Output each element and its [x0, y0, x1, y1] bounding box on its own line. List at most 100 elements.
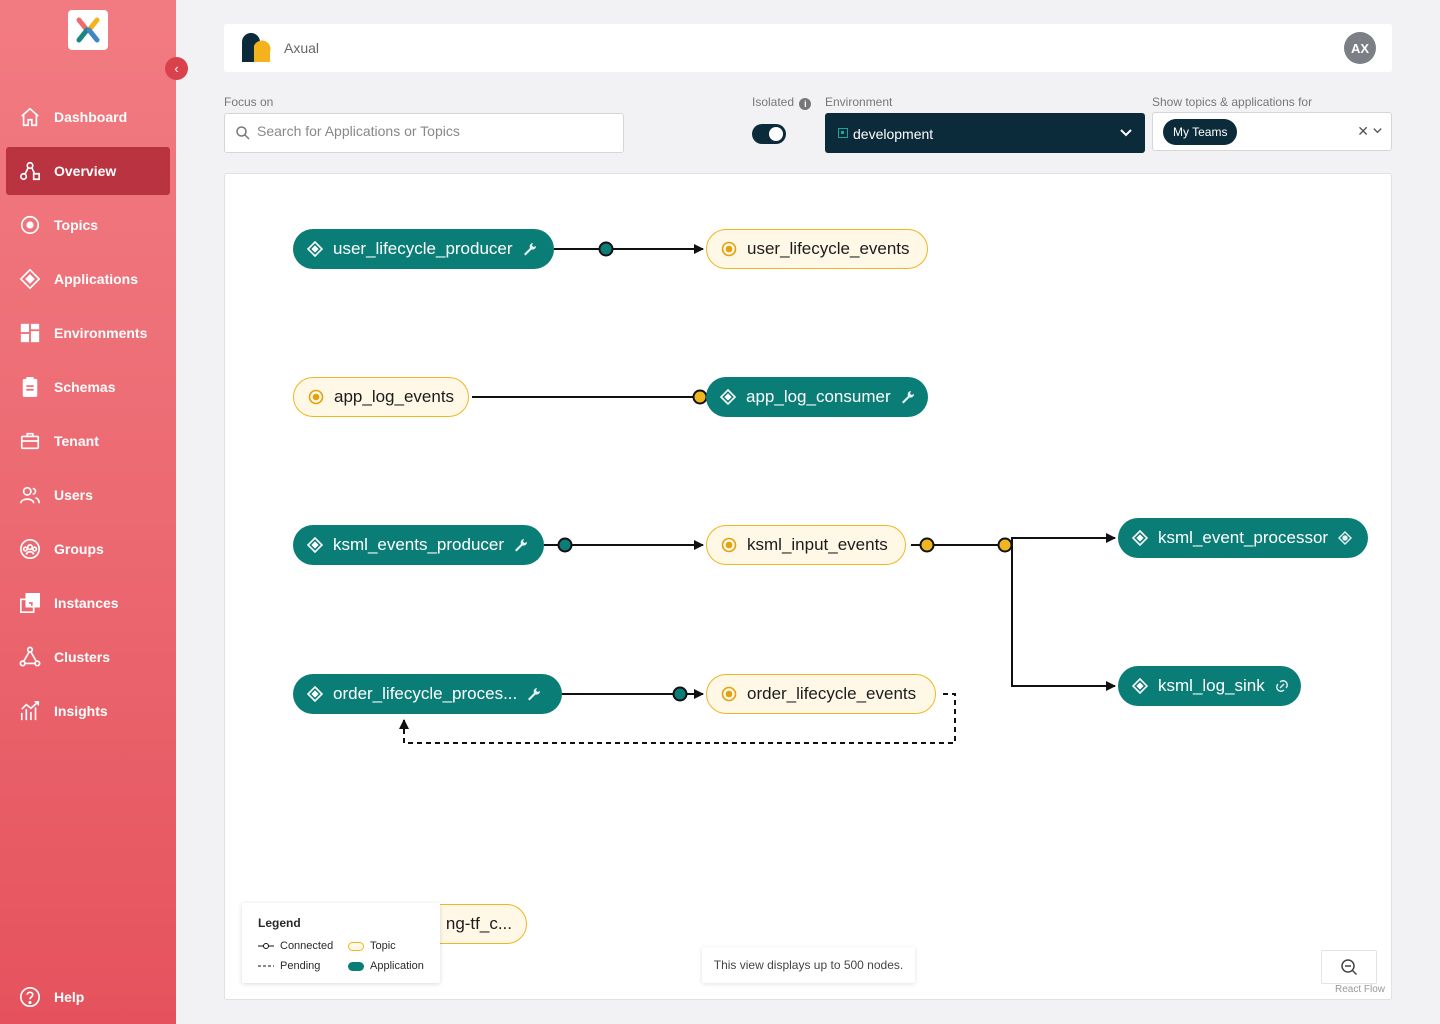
sidebar-item-label: Groups	[54, 541, 104, 557]
sidebar-item-tenant[interactable]: Tenant	[6, 417, 170, 465]
sidebar-item-clusters[interactable]: Clusters	[6, 633, 170, 681]
react-flow-attribution[interactable]: React Flow	[1335, 984, 1385, 995]
sidebar-item-help[interactable]: Help	[6, 973, 170, 1021]
sidebar-collapse-button[interactable]: ‹	[165, 57, 188, 80]
chevron-left-icon: ‹	[174, 61, 179, 76]
wrench-icon[interactable]	[514, 538, 528, 552]
node-label: app_log_events	[334, 387, 455, 406]
legend: Legend Connected Pending Topic Applicati…	[242, 903, 440, 983]
wrench-icon[interactable]	[901, 390, 915, 404]
topic-icon	[308, 389, 324, 405]
node-ksml-log-sink[interactable]: ksml_log_sink	[1118, 666, 1301, 706]
home-icon	[18, 105, 42, 129]
edge-ksml-input-to-log-sink[interactable]	[1011, 545, 1116, 691]
node-order-lifecycle-proces[interactable]: order_lifecycle_proces...	[293, 674, 562, 714]
grid-icon	[18, 321, 42, 345]
sidebar-item-instances[interactable]: Instances	[6, 579, 170, 627]
topic-icon	[721, 686, 737, 702]
sidebar-item-label: Help	[54, 989, 85, 1005]
instances-icon	[18, 591, 42, 615]
legend-connected-label: Connected	[280, 940, 334, 952]
info-icon[interactable]: i	[799, 98, 812, 110]
application-icon	[720, 389, 736, 405]
isolated-toggle[interactable]	[752, 124, 786, 144]
sidebar-item-environments[interactable]: Environments	[6, 309, 170, 357]
sidebar-item-label: Schemas	[54, 379, 116, 395]
sidebar-item-label: Topics	[54, 217, 99, 233]
node-label: app_log_consumer	[746, 387, 891, 406]
ksml-icon[interactable]	[1338, 531, 1353, 545]
node-label: user_lifecycle_events	[747, 239, 910, 258]
sidebar-item-dashboard[interactable]: Dashboard	[6, 93, 170, 141]
node-ksml-events-producer[interactable]: ksml_events_producer	[293, 525, 544, 565]
application-icon	[18, 267, 42, 291]
application-swatch-icon	[348, 961, 364, 971]
help-icon	[18, 985, 42, 1009]
zoom-out-icon	[1341, 959, 1358, 976]
node-label: ksml_events_producer	[333, 535, 505, 554]
search-field[interactable]	[224, 113, 624, 153]
sidebar: Dashboard Overview Topics Applications E…	[0, 0, 176, 1024]
focus-label: Focus on	[224, 95, 274, 109]
node-user-lifecycle-events[interactable]: user_lifecycle_events	[706, 229, 928, 269]
application-icon	[307, 241, 323, 257]
sidebar-item-label: Clusters	[54, 649, 111, 665]
clear-icon[interactable]: ✕	[1357, 123, 1369, 140]
node-label: ksml_input_events	[747, 535, 888, 554]
topic-swatch-icon	[348, 941, 364, 951]
clusters-icon	[18, 645, 42, 669]
sidebar-item-label: Dashboard	[54, 109, 128, 125]
edge-user-producer-to-events[interactable]	[554, 241, 704, 257]
search-icon	[236, 126, 250, 140]
node-ksml-input-events[interactable]: ksml_input_events	[706, 525, 906, 565]
application-icon	[307, 686, 323, 702]
app-logo[interactable]	[68, 10, 108, 50]
org-name: Axual	[284, 40, 320, 56]
team-select[interactable]: My Teams ✕	[1152, 112, 1392, 151]
sidebar-item-applications[interactable]: Applications	[6, 255, 170, 303]
chevron-down-icon	[1120, 129, 1132, 137]
node-order-lifecycle-events[interactable]: order_lifecycle_events	[706, 674, 936, 714]
team-chip[interactable]: My Teams	[1163, 119, 1238, 145]
connector-icon[interactable]	[1275, 679, 1289, 693]
sidebar-item-overview[interactable]: Overview	[6, 147, 170, 195]
application-icon	[307, 537, 323, 553]
sidebar-item-schemas[interactable]: Schemas	[6, 363, 170, 411]
node-app-log-events[interactable]: app_log_events	[293, 377, 469, 417]
zoom-out-button[interactable]	[1321, 950, 1377, 984]
node-user-lifecycle-producer[interactable]: user_lifecycle_producer	[293, 229, 554, 269]
node-app-log-consumer[interactable]: app_log_consumer	[706, 377, 928, 417]
node-label: ng-tf_c...	[445, 914, 512, 933]
legend-application: Application	[348, 960, 424, 972]
header: Axual AX	[224, 24, 1392, 72]
sidebar-item-topics[interactable]: Topics	[6, 201, 170, 249]
wrench-icon[interactable]	[527, 687, 541, 701]
users-icon	[18, 483, 42, 507]
node-label: order_lifecycle_proces...	[333, 684, 518, 703]
sidebar-item-groups[interactable]: Groups	[6, 525, 170, 573]
legend-pending: Pending	[258, 960, 320, 972]
edge-order-proces-to-events[interactable]	[562, 686, 704, 702]
show-for-label: Show topics & applications for	[1152, 95, 1313, 109]
legend-application-label: Application	[370, 960, 424, 972]
edge-ksml-producer-to-input[interactable]	[544, 537, 704, 553]
edge-app-log-events-to-consumer[interactable]	[472, 389, 708, 405]
sidebar-item-label: Overview	[54, 163, 117, 179]
isolated-label-text: Isolated	[752, 95, 795, 109]
briefcase-icon	[18, 429, 42, 453]
node-label: ksml_event_processor	[1158, 528, 1329, 547]
avatar[interactable]: AX	[1344, 32, 1376, 64]
sidebar-item-users[interactable]: Users	[6, 471, 170, 519]
legend-connected: Connected	[258, 940, 333, 952]
connected-line-icon	[258, 943, 274, 949]
wrench-icon[interactable]	[523, 242, 537, 256]
sidebar-item-label: Insights	[54, 703, 108, 719]
chevron-down-icon[interactable]	[1372, 125, 1383, 136]
graph-canvas[interactable]: user_lifecycle_producer user_lifecycle_e…	[224, 173, 1392, 1000]
search-input[interactable]	[257, 123, 607, 139]
groups-icon	[18, 537, 42, 561]
sidebar-item-insights[interactable]: Insights	[6, 687, 170, 735]
legend-pending-label: Pending	[280, 960, 321, 972]
environment-select[interactable]: development	[825, 113, 1145, 153]
node-ksml-event-processor[interactable]: ksml_event_processor	[1118, 518, 1368, 558]
